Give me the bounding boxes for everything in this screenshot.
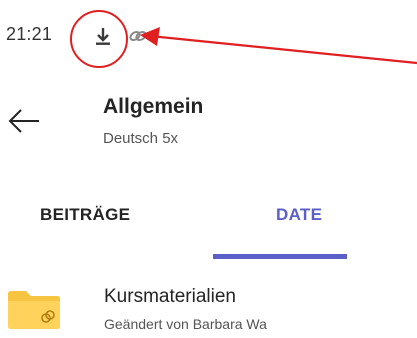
- folder-icon: [8, 291, 60, 329]
- annotation-arrow: [140, 27, 417, 65]
- tab-files[interactable]: DATE: [276, 205, 322, 225]
- back-button[interactable]: [6, 106, 42, 136]
- list-item-name[interactable]: Kursmaterialien: [104, 286, 236, 308]
- tab-posts[interactable]: BEITRÄGE: [40, 205, 130, 225]
- channel-subtitle: Deutsch 5x: [103, 130, 179, 147]
- tab-active-indicator: [213, 254, 347, 259]
- channel-title: Allgemein: [103, 95, 204, 118]
- list-item-meta: Geändert von Barbara Wa: [104, 316, 267, 332]
